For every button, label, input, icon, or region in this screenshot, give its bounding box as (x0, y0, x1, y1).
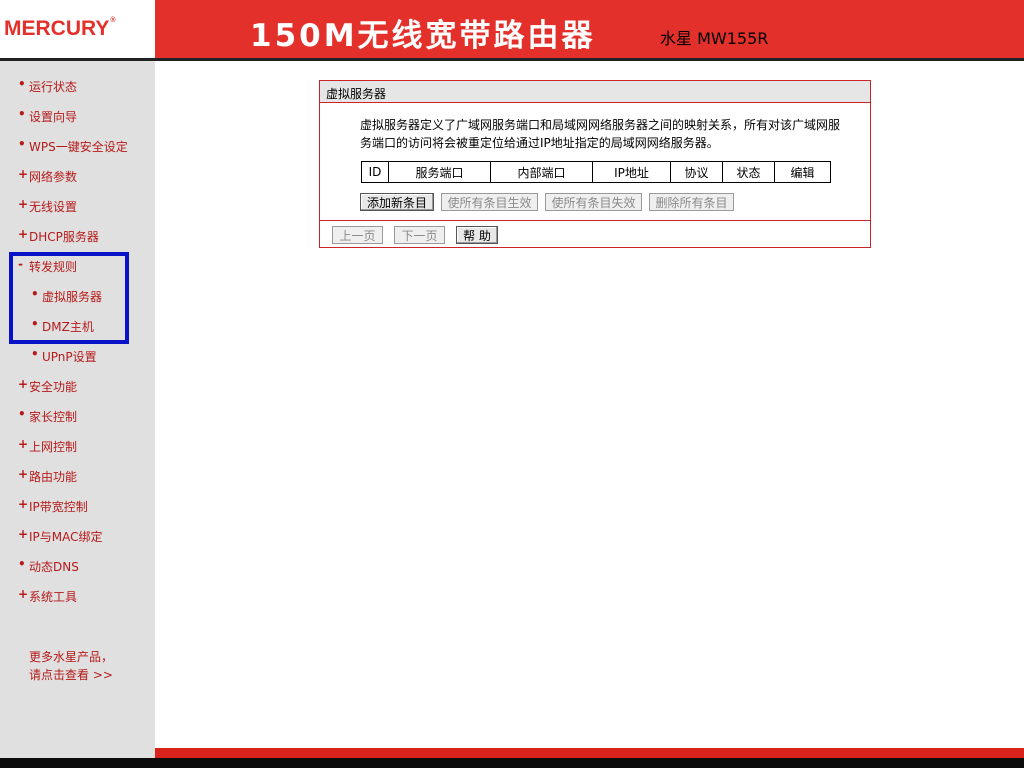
sidebar-item-status[interactable]: • 运行状态 (0, 75, 155, 97)
sidebar-item-label: 家长控制 (29, 410, 78, 424)
sidebar-item-system-tools[interactable]: + 系统工具 (0, 585, 155, 607)
sidebar-item-label: 动态DNS (29, 560, 79, 574)
sidebar-item-access-control[interactable]: + 上网控制 (0, 435, 155, 457)
column-header-id: ID (362, 162, 389, 182)
column-header-edit: 编辑 (790, 165, 815, 180)
bullet-icon: • (31, 347, 39, 361)
panel-divider (320, 220, 870, 221)
sidebar-item-label: IP带宽控制 (29, 500, 88, 514)
sidebar-item-wps[interactable]: • WPS一键安全设定 (0, 135, 155, 157)
sidebar-item-upnp[interactable]: • UPnP设置 (0, 345, 155, 367)
bullet-icon: • (18, 107, 26, 121)
prev-page-button[interactable]: 上一页 (332, 226, 383, 244)
expand-icon: + (18, 437, 29, 451)
sidebar-nav: • 运行状态 • 设置向导 • WPS一键安全设定 + 网络参数 + 无线设置 + DHCP… (0, 61, 155, 768)
column-header-service-port: 服务端口 (389, 162, 491, 182)
footer-red-bar (155, 748, 1024, 758)
sidebar-item-network[interactable]: + 网络参数 (0, 165, 155, 187)
disable-all-button[interactable]: 使所有条目失效 (545, 193, 642, 211)
panel-description: 虚拟服务器定义了广域网服务端口和局域网网络服务器之间的映射关系，所有对该广域网服… (360, 118, 841, 150)
expand-icon: + (18, 527, 29, 541)
delete-all-button[interactable]: 删除所有条目 (649, 193, 734, 211)
bullet-icon: • (18, 137, 26, 151)
sidebar-item-label: DHCP服务器 (29, 230, 99, 244)
expand-icon: + (18, 227, 29, 241)
bullet-icon: • (18, 77, 26, 91)
help-button[interactable]: 帮 助 (456, 226, 498, 244)
more-products-line2: 请点击查看 >> (29, 668, 113, 682)
bullet-icon: • (18, 557, 26, 571)
expand-icon: + (18, 587, 29, 601)
expand-icon: + (18, 377, 29, 391)
sidebar-item-security[interactable]: + 安全功能 (0, 375, 155, 397)
panel-title-bar: 虚拟服务器 (320, 81, 870, 103)
sidebar-item-label: WPS一键安全设定 (29, 140, 128, 154)
brand-logo: MERCURY® (4, 17, 116, 40)
sidebar-item-label: 设置向导 (29, 110, 78, 124)
sidebar-item-bandwidth[interactable]: + IP带宽控制 (0, 495, 155, 517)
logo-area: MERCURY® (0, 0, 155, 60)
sidebar-item-label: 网络参数 (29, 170, 78, 184)
sidebar-item-label: IP与MAC绑定 (29, 530, 103, 544)
sidebar-item-label: 安全功能 (29, 380, 78, 394)
virtual-server-table: ID 服务端口 内部端口 IP地址 协议 状态 编辑 (361, 161, 831, 183)
column-header-ip-address: IP地址 (593, 162, 671, 182)
sidebar-item-label: 无线设置 (29, 200, 78, 214)
annotation-highlight-box (9, 252, 129, 344)
expand-icon: + (18, 467, 29, 481)
virtual-server-panel: 虚拟服务器 虚拟服务器定义了广域网服务端口和局域网网络服务器之间的映射关系，所有… (319, 80, 871, 248)
column-header-internal-port: 内部端口 (491, 162, 593, 182)
sidebar-item-label: 系统工具 (29, 590, 78, 604)
sidebar-item-routing[interactable]: + 路由功能 (0, 465, 155, 487)
bullet-icon: • (18, 407, 26, 421)
column-header-protocol: 协议 (671, 162, 723, 182)
expand-icon: + (18, 197, 29, 211)
enable-all-button[interactable]: 使所有条目生效 (441, 193, 538, 211)
sidebar-item-wizard[interactable]: • 设置向导 (0, 105, 155, 127)
expand-icon: + (18, 167, 29, 181)
sidebar-item-wireless[interactable]: + 无线设置 (0, 195, 155, 217)
sidebar-item-label: 路由功能 (29, 470, 78, 484)
column-header-status: 状态 (723, 162, 775, 182)
footer-black-bar (0, 758, 1024, 768)
sidebar-item-label: 上网控制 (29, 440, 78, 454)
sidebar-item-ddns[interactable]: • 动态DNS (0, 555, 155, 577)
sidebar-item-label: UPnP设置 (42, 350, 97, 364)
sidebar-item-parental[interactable]: • 家长控制 (0, 405, 155, 427)
expand-icon: + (18, 497, 29, 511)
product-model: 水星 MW155R (660, 29, 769, 48)
product-title: 150M无线宽带路由器 (250, 18, 596, 54)
sidebar-item-ip-mac[interactable]: + IP与MAC绑定 (0, 525, 155, 547)
header-banner: MERCURY® 150M无线宽带路由器 水星 MW155R (0, 0, 1024, 61)
more-products-link[interactable]: 更多水星产品， 请点击查看 >> (29, 648, 113, 684)
more-products-line1: 更多水星产品， (29, 650, 114, 664)
next-page-button[interactable]: 下一页 (394, 226, 445, 244)
sidebar-item-label: 运行状态 (29, 80, 78, 94)
add-entry-button[interactable]: 添加新条目 (360, 193, 434, 211)
sidebar-item-dhcp[interactable]: + DHCP服务器 (0, 225, 155, 247)
panel-title: 虚拟服务器 (326, 87, 387, 101)
